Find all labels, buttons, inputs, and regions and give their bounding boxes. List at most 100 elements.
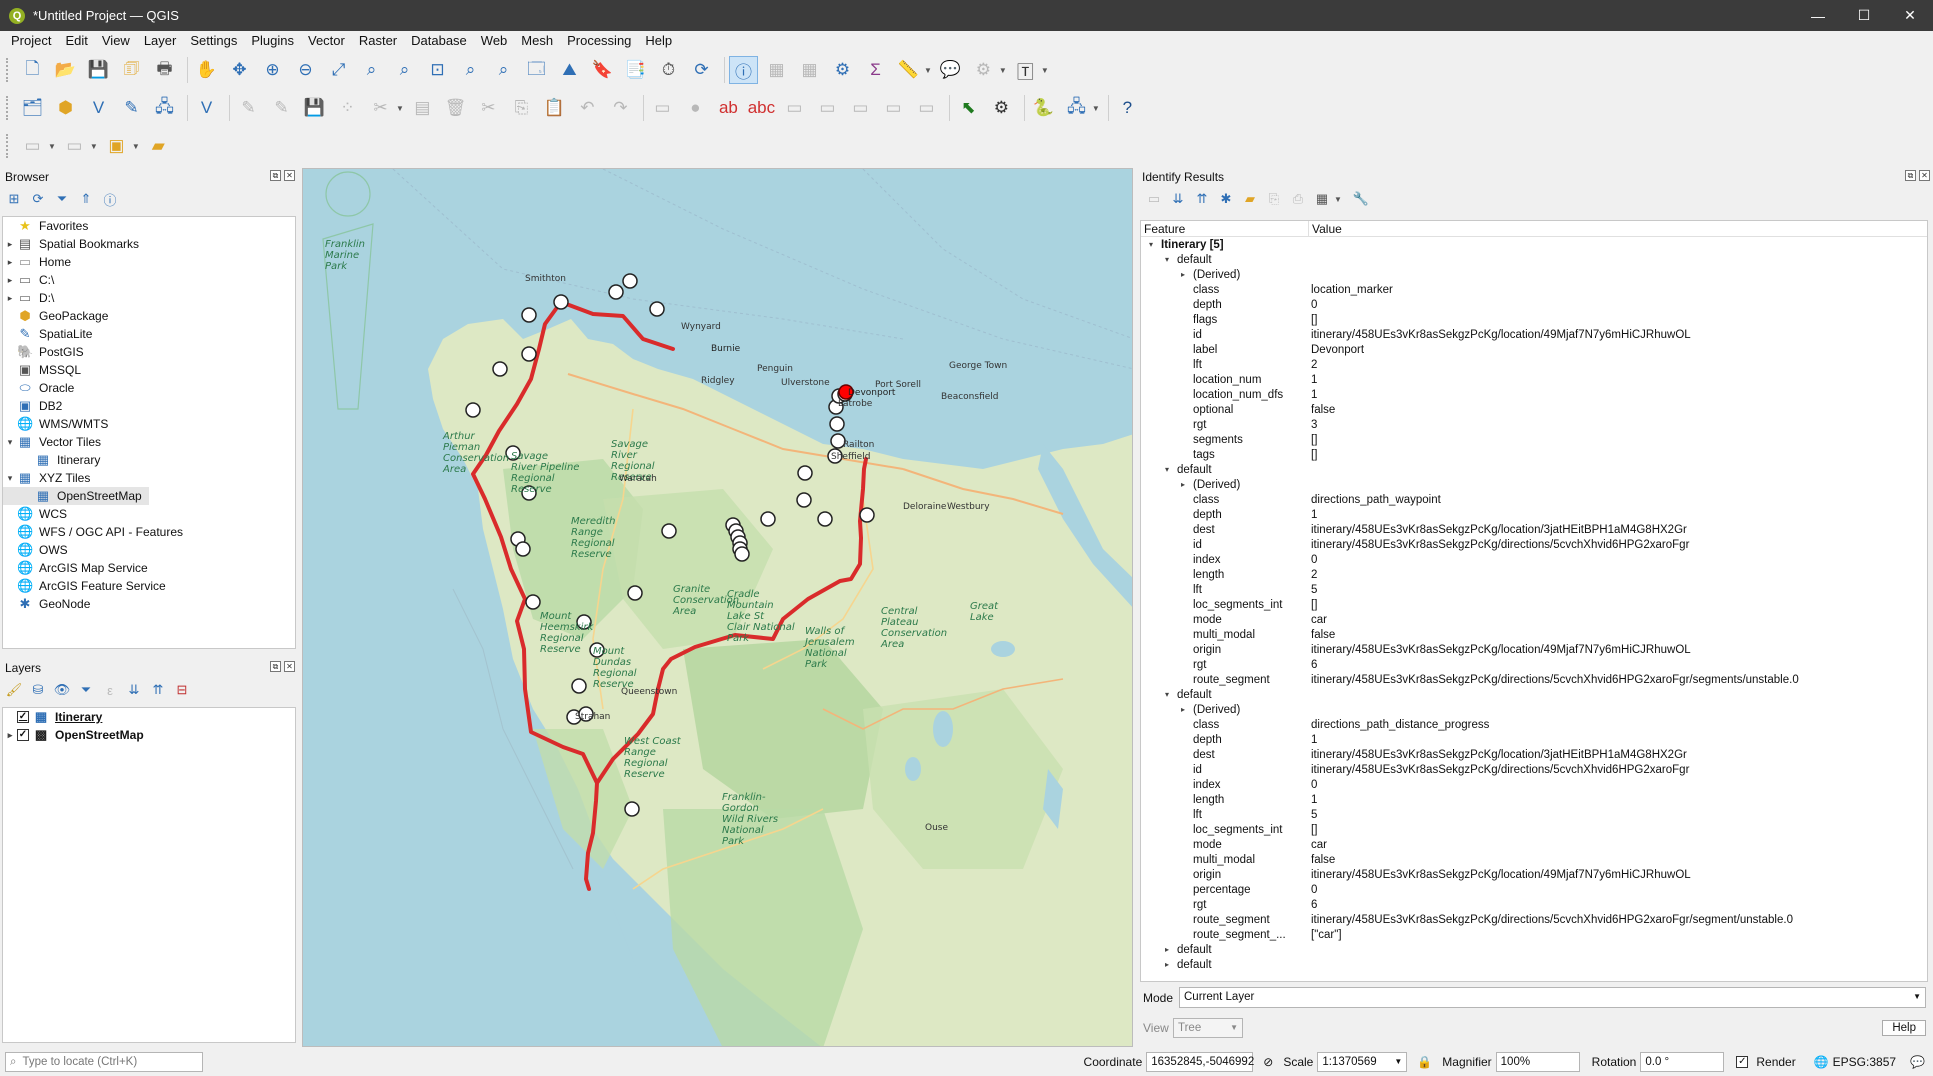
identify-row[interactable]: location_num_dfs 1 bbox=[1141, 387, 1927, 402]
identify-row[interactable]: origin itinerary/458UEs3vKr8asSekgzPcKg/l… bbox=[1141, 642, 1927, 657]
expand-all-icon[interactable]: ⇊ bbox=[125, 681, 143, 699]
identify-row[interactable]: ▸ (Derived) bbox=[1141, 702, 1927, 717]
float-panel-button[interactable]: ⧉ bbox=[270, 170, 281, 181]
itinerary-location-marker[interactable] bbox=[760, 511, 776, 527]
select-by-location-icon[interactable]: ▰ bbox=[144, 132, 173, 160]
change-label-icon[interactable]: ▭ bbox=[846, 94, 875, 122]
toggle-extents-icon[interactable]: ⊘ bbox=[1263, 1055, 1273, 1069]
itinerary-location-marker[interactable] bbox=[525, 594, 541, 610]
expand-arrow-icon[interactable]: ▾ bbox=[3, 473, 17, 484]
collapse-all-icon[interactable]: ⇑ bbox=[77, 190, 95, 208]
zoom-next-icon[interactable]: ⌕ bbox=[489, 56, 518, 84]
save-edits-icon[interactable]: 💾 bbox=[300, 94, 329, 122]
browser-item-c[interactable]: ▸ ▭ C:\ bbox=[3, 271, 295, 289]
expand-arrow-icon[interactable]: ▸ bbox=[3, 730, 17, 741]
identify-row[interactable]: mode car bbox=[1141, 612, 1927, 627]
toggle-editing-icon[interactable]: ✎ bbox=[267, 94, 296, 122]
itinerary-location-marker[interactable] bbox=[492, 361, 508, 377]
temporal-controller-icon[interactable]: ⏱ bbox=[654, 56, 683, 84]
minimize-button[interactable]: — bbox=[1795, 0, 1841, 31]
identify-row[interactable]: depth 1 bbox=[1141, 507, 1927, 522]
map-tips-icon[interactable]: 💬 bbox=[936, 56, 965, 84]
plugin-tool-icon[interactable]: ⚙ bbox=[987, 94, 1016, 122]
lock-icon[interactable]: 🔒 bbox=[1417, 1055, 1432, 1069]
refresh-icon[interactable]: ⟳ bbox=[29, 190, 47, 208]
clear-results-icon[interactable]: ▰ bbox=[1241, 190, 1259, 208]
move-diagram-icon[interactable]: ▭ bbox=[879, 94, 908, 122]
new-project-icon[interactable]: 🗋 bbox=[18, 56, 47, 84]
digitize-icon[interactable]: ✎ bbox=[117, 94, 146, 122]
identify-row[interactable]: loc_segments_int [] bbox=[1141, 822, 1927, 837]
help-button[interactable]: Help bbox=[1882, 1020, 1926, 1036]
browser-item-spatial-bookmarks[interactable]: ▸ ▤ Spatial Bookmarks bbox=[3, 235, 295, 253]
move-label-icon[interactable]: ▭ bbox=[780, 94, 809, 122]
itinerary-location-marker[interactable] bbox=[571, 678, 587, 694]
menu-processing[interactable]: Processing bbox=[560, 31, 638, 51]
identify-row[interactable]: route_segment_... ["car"] bbox=[1141, 927, 1927, 942]
cut-features-icon[interactable]: ✂ bbox=[474, 94, 503, 122]
current-edits-icon[interactable]: ✎ bbox=[234, 94, 263, 122]
deselect-icon[interactable]: ▣ bbox=[102, 132, 131, 160]
browser-item-home[interactable]: ▸ ▭ Home bbox=[3, 253, 295, 271]
coordinate-field[interactable]: 16352845,-5046992 bbox=[1146, 1052, 1254, 1072]
identify-mode-icon[interactable]: ▦ bbox=[1313, 190, 1331, 208]
expand-arrow-icon[interactable]: ▸ bbox=[1177, 270, 1189, 279]
close-button[interactable]: ✕ bbox=[1887, 0, 1933, 31]
menu-layer[interactable]: Layer bbox=[137, 31, 184, 51]
rotate-label-icon[interactable]: ▭ bbox=[813, 94, 842, 122]
browser-item-openstreetmap[interactable]: ▦ OpenStreetMap bbox=[3, 487, 149, 505]
manage-themes-icon[interactable]: 👁 bbox=[53, 681, 71, 699]
layer-item-itinerary[interactable]: ✓ ▦ Itinerary bbox=[3, 708, 295, 726]
expand-all-icon[interactable]: ✱ bbox=[1217, 190, 1235, 208]
identify-row[interactable]: class location_marker bbox=[1141, 282, 1927, 297]
identify-row[interactable]: origin itinerary/458UEs3vKr8asSekgzPcKg/l… bbox=[1141, 867, 1927, 882]
digitizing-options-icon[interactable]: ▭ bbox=[18, 132, 47, 160]
browser-item-vector-tiles[interactable]: ▾ ▦ Vector Tiles bbox=[3, 433, 295, 451]
filter-icon[interactable]: ⏷ bbox=[53, 190, 71, 208]
layer-styling-icon[interactable]: 🖌 bbox=[5, 681, 23, 699]
identify-row[interactable]: rgt 6 bbox=[1141, 897, 1927, 912]
label-show-hide-icon[interactable]: abc bbox=[747, 94, 776, 122]
identify-row[interactable]: ▸ (Derived) bbox=[1141, 267, 1927, 282]
itinerary-location-marker[interactable] bbox=[734, 546, 750, 562]
remove-layer-icon[interactable]: ⊟ bbox=[173, 681, 191, 699]
maximize-button[interactable]: ☐ bbox=[1841, 0, 1887, 31]
open-project-icon[interactable]: 📂 bbox=[51, 56, 80, 84]
expand-arrow-icon[interactable]: ▸ bbox=[3, 275, 17, 286]
expand-arrow-icon[interactable]: ▾ bbox=[1161, 465, 1173, 474]
redo-icon[interactable]: ↷ bbox=[606, 94, 635, 122]
identify-row[interactable]: depth 1 bbox=[1141, 732, 1927, 747]
select-feature-icon[interactable]: ⬉ bbox=[954, 94, 983, 122]
identify-row[interactable]: loc_segments_int [] bbox=[1141, 597, 1927, 612]
text-annotation-icon[interactable]: 🅃 bbox=[1011, 56, 1040, 84]
label-highlight-icon[interactable]: ab bbox=[714, 94, 743, 122]
print-response-icon[interactable]: ⎙ bbox=[1289, 190, 1307, 208]
zoom-out-icon[interactable]: ⊖ bbox=[291, 56, 320, 84]
itinerary-location-marker[interactable] bbox=[859, 507, 875, 523]
expand-arrow-icon[interactable]: ▸ bbox=[3, 257, 17, 268]
magnifier-spinbox[interactable]: 100% bbox=[1495, 1052, 1580, 1072]
new-geopackage-icon[interactable]: ⬢ bbox=[51, 94, 80, 122]
identify-features-icon[interactable]: ⓘ bbox=[729, 56, 758, 84]
zoom-selection-icon[interactable]: ⌕ bbox=[357, 56, 386, 84]
info-icon[interactable]: ⓘ bbox=[101, 190, 119, 208]
itinerary-location-marker[interactable] bbox=[624, 801, 640, 817]
browser-item-oracle[interactable]: ⬭ Oracle bbox=[3, 379, 295, 397]
view-select[interactable]: Tree ▼ bbox=[1173, 1018, 1243, 1038]
browser-item-arcgis-map-service[interactable]: 🌐 ArcGIS Map Service bbox=[3, 559, 295, 577]
pan-hand-icon[interactable]: ✋ bbox=[192, 56, 221, 84]
browser-item-ows[interactable]: 🌐 OWS bbox=[3, 541, 295, 559]
copy-features-icon[interactable]: ⎘ bbox=[507, 94, 536, 122]
statistics-sigma-icon[interactable]: Σ bbox=[861, 56, 890, 84]
browser-item-itinerary[interactable]: ▦ Itinerary bbox=[3, 451, 295, 469]
browser-item-wcs[interactable]: 🌐 WCS bbox=[3, 505, 295, 523]
delete-selected-icon[interactable]: 🗑 bbox=[441, 94, 470, 122]
render-checkbox[interactable]: ✓ bbox=[1736, 1056, 1749, 1068]
identify-row[interactable]: id itinerary/458UEs3vKr8asSekgzPcKg/direc… bbox=[1141, 762, 1927, 777]
paste-features-icon[interactable]: 📋 bbox=[540, 94, 569, 122]
itinerary-location-marker[interactable] bbox=[817, 511, 833, 527]
expand-arrow-icon[interactable]: ▸ bbox=[3, 293, 17, 304]
network-plugin-icon[interactable]: 🖧 bbox=[1062, 94, 1091, 122]
itinerary-location-marker[interactable] bbox=[553, 294, 569, 310]
identify-row[interactable]: depth 0 bbox=[1141, 297, 1927, 312]
